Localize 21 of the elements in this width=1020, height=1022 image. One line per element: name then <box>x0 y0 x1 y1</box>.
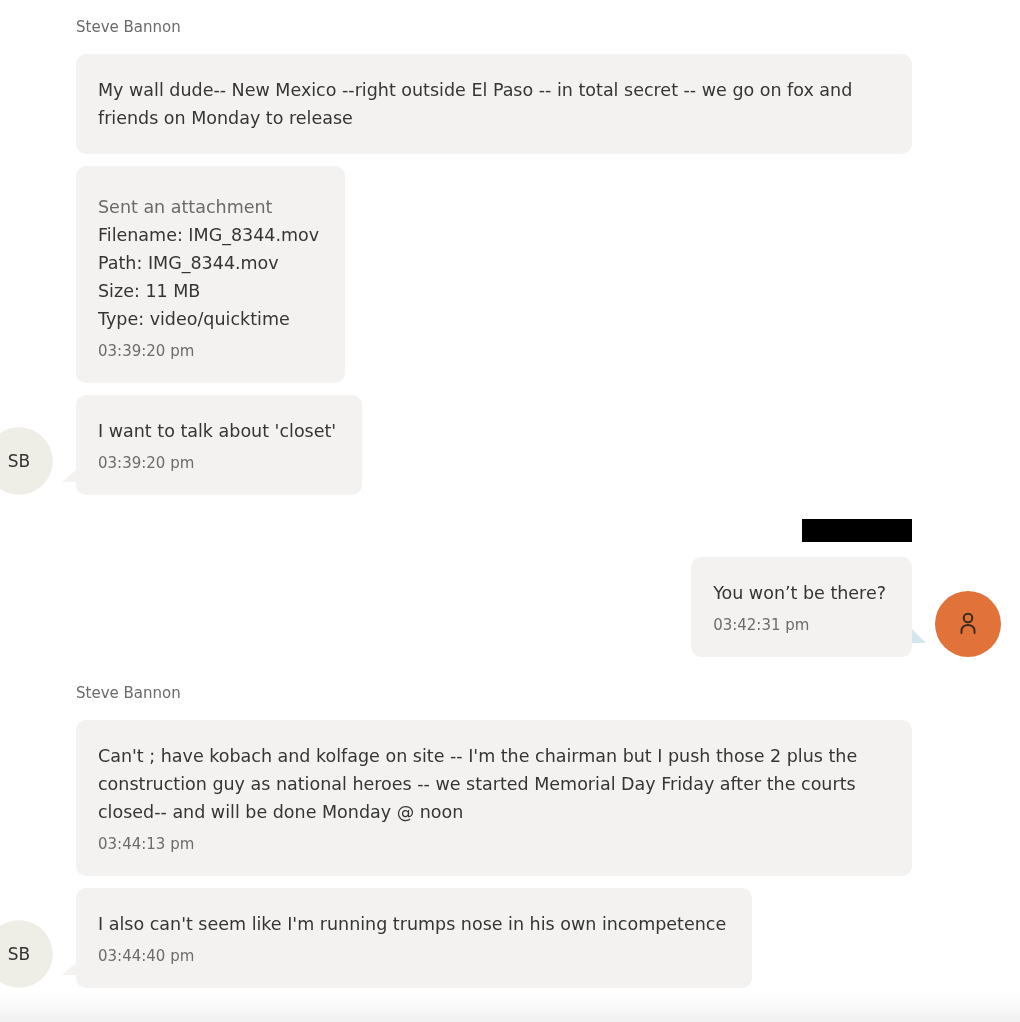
avatar: SB <box>0 427 53 495</box>
timestamp: 03:44:40 pm <box>98 946 196 966</box>
message-text: I want to talk about 'closet' <box>98 420 337 443</box>
message-text: My wall dude-- New Mexico --right outside El Paso -- in total secret -- we go on fox and friends on Monday to release <box>98 79 854 130</box>
sender-name: Steve Bannon <box>76 17 181 37</box>
attachment-detail: Size: 11 MB <box>98 280 202 303</box>
bubble-tail-icon <box>912 629 926 643</box>
attachment-caption: Sent an attachment <box>98 196 274 219</box>
attachment-detail: Type: video/quicktime <box>98 308 291 331</box>
attachment-detail: Filename: IMG_8344.mov <box>98 224 320 248</box>
attachment-detail: Path: IMG_8344.mov <box>98 252 280 276</box>
message-text: You won’t be there? <box>713 582 886 605</box>
timestamp: 03:44:13 pm <box>98 834 196 854</box>
user-avatar-icon <box>935 591 1001 657</box>
message-text: I also can't seem like I'm running trumps nose in his own incompetence <box>98 913 727 936</box>
timestamp: 03:42:31 pm <box>713 615 811 635</box>
avatar: SB <box>0 920 53 988</box>
sender-name: Steve Bannon <box>76 683 181 703</box>
timestamp: 03:39:20 pm <box>98 453 196 473</box>
timestamp: 03:39:20 pm <box>98 341 196 361</box>
message-text: Can't ; have kobach and kolfage on site -- I'm the chairman but I push those 2 plus the construction guy as national heroes -- we started Memorial Day Friday after the courts closed-- and will be done Monday @ noon <box>98 745 859 824</box>
